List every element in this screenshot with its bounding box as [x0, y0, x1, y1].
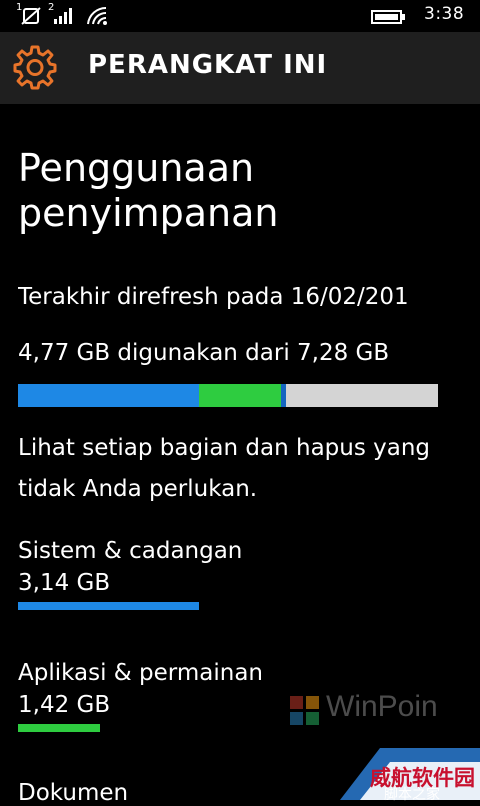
settings-header: PERANGKAT INI — [0, 32, 480, 104]
battery-icon — [371, 9, 405, 24]
category-size: 3,14 GB — [18, 570, 111, 596]
sim1-signal-icon: 1 — [16, 2, 42, 26]
sim2-signal-icon: 2 — [48, 2, 76, 26]
sim2-label: 2 — [48, 2, 55, 13]
storage-used-text: 4,77 GB digunakan dari 7,28 GB — [18, 340, 390, 366]
storage-content: Penggunaan penyimpanan Terakhir direfres… — [18, 104, 468, 806]
gear-icon[interactable] — [12, 44, 58, 90]
category-label: Sistem & cadangan — [18, 538, 243, 564]
status-time: 3:38 — [424, 4, 465, 24]
winpoin-watermark: WinPoin — [290, 690, 480, 730]
category-label: Aplikasi & permainan — [18, 660, 263, 686]
status-bar: 1 2 3:38 — [0, 0, 480, 32]
windows-logo-icon — [290, 696, 320, 726]
header-title: PERANGKAT INI — [88, 50, 328, 80]
watermark-brand: WinPoin — [326, 690, 438, 723]
storage-segment-other — [280, 384, 286, 407]
category-bar — [18, 602, 199, 610]
storage-usage-bar — [18, 384, 438, 407]
sim1-label: 1 — [16, 2, 23, 13]
storage-segment-apps — [199, 384, 281, 407]
category-system-backup[interactable]: Sistem & cadangan 3,14 GB — [18, 538, 458, 610]
page-title: Penggunaan penyimpanan — [18, 146, 279, 235]
last-refreshed-text: Terakhir direfresh pada 16/02/201 — [18, 284, 409, 310]
category-bar — [18, 724, 100, 732]
corner-watermark-sub: 脚本之家 — [384, 787, 440, 803]
wifi-icon — [86, 6, 110, 26]
storage-hint-text: Lihat setiap bagian dan hapus yang tidak… — [18, 435, 431, 502]
corner-watermark: 威航软件园 脚本之家 — [340, 748, 480, 803]
storage-segment-system — [18, 384, 200, 407]
